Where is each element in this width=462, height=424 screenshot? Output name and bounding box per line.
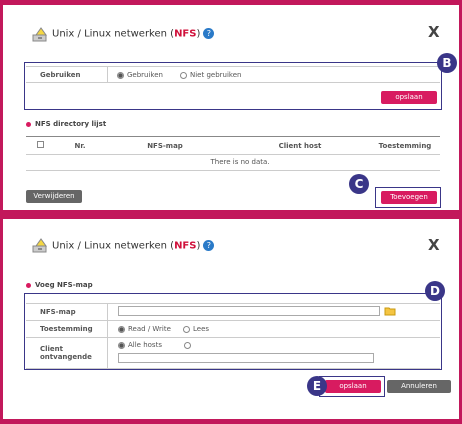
col-client-host: Client host <box>278 142 322 150</box>
col-permission: Toestemming <box>378 142 432 150</box>
close-button[interactable]: X <box>428 23 440 41</box>
frame-bottom-bar-2 <box>0 419 462 424</box>
list-title: NFS directory lijst <box>26 120 106 128</box>
dialog2-title: Unix / Linux netwerken (NFS)? <box>52 240 215 252</box>
highlight-e <box>319 376 385 397</box>
help-icon-2[interactable]: ? <box>203 240 215 251</box>
callout-e: E <box>307 376 327 396</box>
col-nfs-map: NFS-map <box>147 142 183 150</box>
close-button-2[interactable]: X <box>428 236 440 254</box>
empty-message: There is no data. <box>210 158 270 166</box>
highlight-d <box>24 293 442 370</box>
nas-logo-icon-2 <box>32 238 47 253</box>
help-icon[interactable]: ? <box>203 28 215 39</box>
callout-c: C <box>349 174 369 194</box>
delete-button[interactable]: Verwijderen <box>26 190 82 203</box>
dialog1-title: Unix / Linux netwerken (NFS)? <box>52 28 215 40</box>
highlight-c <box>375 187 441 208</box>
section-title: Voeg NFS-map <box>26 281 93 289</box>
select-all-checkbox[interactable] <box>37 141 44 148</box>
callout-d: D <box>425 281 445 301</box>
col-nr: Nr. <box>74 142 86 150</box>
cancel-button[interactable]: Annuleren <box>387 380 451 393</box>
callout-b: B <box>437 53 457 73</box>
highlight-b <box>24 62 442 110</box>
nas-logo-icon <box>32 27 47 42</box>
